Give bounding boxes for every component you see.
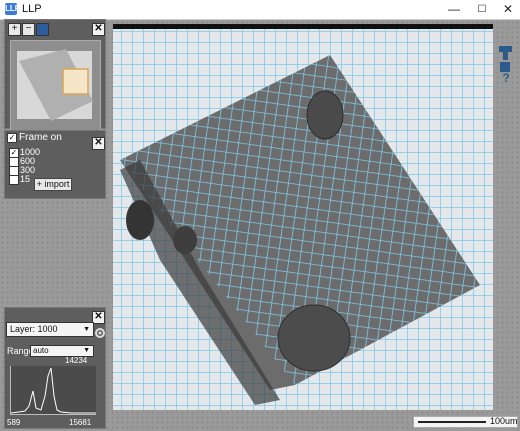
tool-column: ? <box>497 46 514 84</box>
overview-thumbnail[interactable] <box>10 40 101 131</box>
hist-max-x-label: 15681 <box>69 418 92 427</box>
histogram-plot <box>10 367 96 414</box>
overview-panel: + − ✕ <box>4 19 106 131</box>
overview-square-button[interactable] <box>36 23 49 36</box>
scale-bar-line <box>418 421 486 423</box>
scale-bar-label: 100um <box>490 416 518 426</box>
zoom-out-button[interactable]: − <box>22 23 35 36</box>
maximize-button[interactable]: ☐ <box>470 1 494 18</box>
scale-bar: 100um <box>413 416 518 428</box>
layer-select-value: Layer: 1000 <box>10 324 58 334</box>
chevron-down-icon: ▼ <box>83 326 90 333</box>
app-icon: LLP <box>5 3 21 15</box>
top-strip <box>113 24 493 29</box>
frame-on-checkbox[interactable]: ✓ <box>7 133 17 143</box>
range-select-value: auto <box>33 346 49 355</box>
settings-gear-icon[interactable] <box>94 327 106 339</box>
rect-tool-stem <box>503 52 508 60</box>
frame-checkbox-15[interactable] <box>9 175 19 185</box>
overview-close-button[interactable]: ✕ <box>92 23 105 36</box>
minimize-button[interactable]: — <box>442 1 466 18</box>
frame-label-15: 15 <box>20 174 31 184</box>
histogram <box>10 366 96 415</box>
frame-panel-close-button[interactable]: ✕ <box>92 137 105 150</box>
close-button[interactable]: ✕ <box>496 1 520 18</box>
zoom-in-button[interactable]: + <box>8 23 21 36</box>
range-select[interactable]: auto ▼ <box>30 345 94 357</box>
frame-on-label: Frame on <box>19 132 62 143</box>
layer-select[interactable]: Layer: 1000 ▼ <box>6 322 94 337</box>
hist-min-x-label: 589 <box>7 418 21 427</box>
hist-max-label: 14234 <box>65 356 88 365</box>
title-bar: LLP LLP — ☐ ✕ <box>0 0 520 20</box>
help-icon[interactable]: ? <box>499 72 513 84</box>
window-title: LLP <box>22 3 42 15</box>
overview-thumbnail-image <box>17 49 93 121</box>
range-chevron-down-icon: ▼ <box>83 347 90 354</box>
import-button[interactable]: + import <box>34 178 72 191</box>
